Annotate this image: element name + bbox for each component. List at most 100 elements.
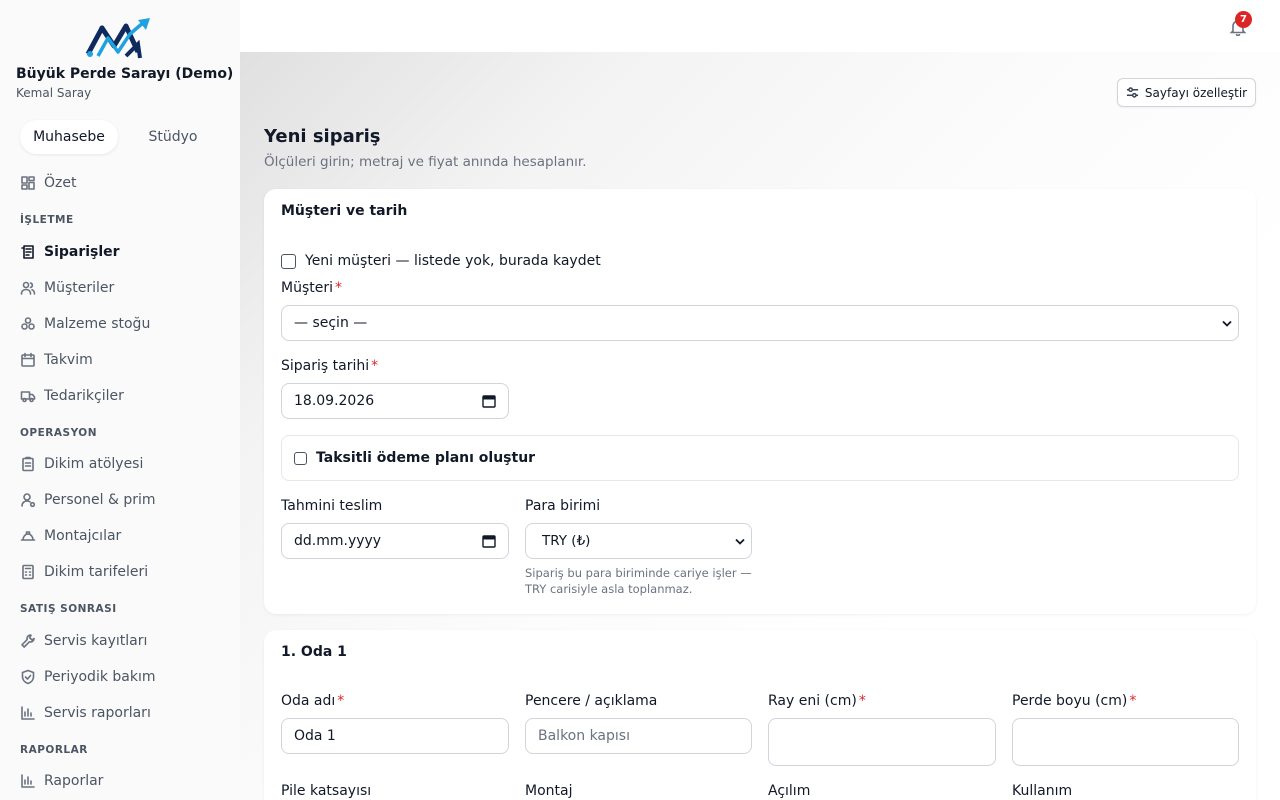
sidebar-item-label: Raporlar	[44, 773, 104, 789]
sidebar-item-label: Siparişler	[44, 244, 120, 260]
shield-icon	[21, 669, 35, 685]
new-customer-checkbox[interactable]	[281, 253, 296, 269]
sliders-icon	[1126, 87, 1138, 98]
bar-chart-icon	[21, 706, 35, 720]
calendar-icon	[21, 352, 35, 367]
delivery-date-input[interactable]: dd.mm.yyyy	[281, 523, 509, 559]
sidebar-item-label: Takvim	[44, 352, 93, 368]
user-name: Kemal Saray	[16, 86, 92, 100]
sidebar-item-ozet[interactable]: Özet	[20, 171, 76, 195]
order-date-label-text: Sipariş tarihi	[281, 358, 370, 374]
sidebar-item-label: Periyodik bakım	[44, 669, 156, 685]
sidebar-item-montajcilar[interactable]: Montajcılar	[20, 524, 121, 548]
clipboard-icon	[22, 456, 34, 472]
wrench-icon	[21, 634, 35, 648]
section-label-isletme: İŞLETME	[20, 214, 74, 226]
currency-select[interactable]: TRY (₺)	[525, 523, 752, 559]
orders-icon	[21, 245, 34, 259]
required-asterisk: *	[1129, 693, 1137, 709]
customer-card-title: Müşteri ve tarih	[281, 203, 408, 219]
curtain-height-label-text: Perde boyu (cm)	[1012, 693, 1128, 709]
customer-label-text: Müşteri	[281, 280, 333, 296]
required-asterisk: *	[335, 280, 342, 296]
room-name-input[interactable]: Oda 1	[281, 718, 509, 754]
install-label: Montaj	[525, 783, 573, 799]
chevron-down-icon	[735, 538, 745, 545]
customer-select-value: — seçin —	[294, 315, 368, 331]
currency-select-value: TRY (₺)	[542, 533, 591, 549]
dashboard-icon	[21, 176, 35, 190]
truck-icon	[20, 391, 36, 403]
sidebar-tabs: Muhasebe Stüdyo	[16, 120, 224, 154]
room-name-label-text: Oda adı	[281, 693, 336, 709]
company-logo	[85, 18, 150, 59]
sidebar-item-label: Malzeme stoğu	[44, 316, 151, 332]
currency-label: Para birimi	[525, 498, 601, 514]
business-name: Büyük Perde Sarayı (Demo)	[16, 66, 234, 82]
sidebar-item-label: Dikim tarifeleri	[44, 564, 149, 580]
calendar-icon[interactable]	[482, 534, 496, 548]
installment-checkbox[interactable]	[294, 451, 307, 465]
installment-box: Taksitli ödeme planı oluştur	[281, 435, 1239, 481]
sidebar-item-label: Müşteriler	[44, 280, 115, 296]
users-icon	[20, 281, 36, 295]
window-description-placeholder: Balkon kapısı	[538, 728, 630, 744]
sidebar-item-siparisler[interactable]: Siparişler	[20, 240, 120, 264]
rail-width-label: Ray eni (cm) *	[768, 693, 866, 709]
currency-hint: Sipariş bu para biriminde cariye işler —…	[525, 565, 752, 597]
bar-chart-icon	[21, 774, 35, 788]
user-icon	[21, 493, 36, 508]
notifications-button[interactable]: 7	[1226, 11, 1252, 38]
sidebar-item-dikim-atolyesi[interactable]: Dikim atölyesi	[20, 452, 143, 476]
sidebar-item-tedarikciler[interactable]: Tedarikçiler	[20, 384, 124, 408]
order-date-input[interactable]: 18.09.2026	[281, 383, 509, 419]
order-date-value: 18.09.2026	[294, 393, 375, 409]
section-label-operasyon: OPERASYON	[20, 427, 98, 439]
window-label: Pencere / açıklama	[525, 693, 658, 709]
calculator-icon	[22, 564, 34, 580]
sidebar-item-personel-prim[interactable]: Personel & prim	[20, 488, 156, 512]
calendar-icon[interactable]	[482, 394, 496, 408]
stock-icon	[21, 317, 35, 330]
opening-label: Açılım	[768, 783, 811, 799]
room-name-label: Oda adı *	[281, 693, 344, 709]
sidebar-item-dikim-tarifeleri[interactable]: Dikim tarifeleri	[20, 560, 148, 584]
sidebar-item-label: Montajcılar	[44, 528, 122, 544]
rail-width-input[interactable]	[768, 718, 996, 766]
chevron-down-icon	[1222, 320, 1232, 327]
tab-muhasebe[interactable]: Muhasebe	[20, 120, 118, 154]
window-description-input[interactable]: Balkon kapısı	[525, 718, 752, 754]
sidebar-item-label: Tedarikçiler	[44, 388, 124, 404]
sidebar-item-malzeme-stogu[interactable]: Malzeme stoğu	[20, 312, 150, 336]
sidebar-item-takvim[interactable]: Takvim	[20, 348, 93, 372]
curtain-height-input[interactable]	[1012, 718, 1239, 766]
customize-page-button[interactable]: Sayfayı özelleştir	[1117, 78, 1256, 107]
delivery-label: Tahmini teslim	[281, 498, 383, 514]
sidebar-item-label: Dikim atölyesi	[44, 456, 144, 472]
delivery-date-placeholder: dd.mm.yyyy	[294, 533, 382, 549]
section-label-satis-sonrasi: SATIŞ SONRASI	[20, 603, 117, 615]
sidebar-item-raporlar[interactable]: Raporlar	[20, 769, 103, 793]
pleat-label: Pile katsayısı	[281, 783, 372, 799]
sidebar-item-label: Servis raporları	[44, 705, 151, 721]
customer-select[interactable]: — seçin —	[281, 305, 1239, 341]
room-name-value: Oda 1	[294, 728, 336, 744]
required-asterisk: *	[337, 693, 345, 709]
rail-width-label-text: Ray eni (cm)	[768, 693, 857, 709]
currency-hint-line-1: Sipariş bu para biriminde cariye işler —	[525, 566, 752, 580]
required-asterisk: *	[371, 358, 379, 374]
sidebar-item-musteriler[interactable]: Müşteriler	[20, 276, 114, 300]
tab-studyo[interactable]: Stüdyo	[122, 120, 224, 154]
sidebar-item-servis-raporlari[interactable]: Servis raporları	[20, 701, 151, 725]
required-asterisk: *	[858, 693, 866, 709]
sidebar-item-periyodik-bakim[interactable]: Periyodik bakım	[20, 665, 156, 689]
currency-hint-line-2: TRY carisiyle asla toplanmaz.	[525, 582, 693, 596]
sidebar-item-label: Özet	[44, 175, 77, 191]
sidebar-item-label: Servis kayıtları	[44, 633, 148, 649]
sidebar: Büyük Perde Sarayı (Demo) Kemal Saray Mu…	[0, 0, 240, 800]
sidebar-item-servis-kayitlari[interactable]: Servis kayıtları	[20, 629, 147, 653]
page-title: Yeni sipariş	[264, 126, 381, 147]
section-label-raporlar: RAPORLAR	[20, 744, 88, 756]
customize-page-label: Sayfayı özelleştir	[1144, 85, 1248, 100]
sidebar-item-label: Personel & prim	[44, 492, 156, 508]
